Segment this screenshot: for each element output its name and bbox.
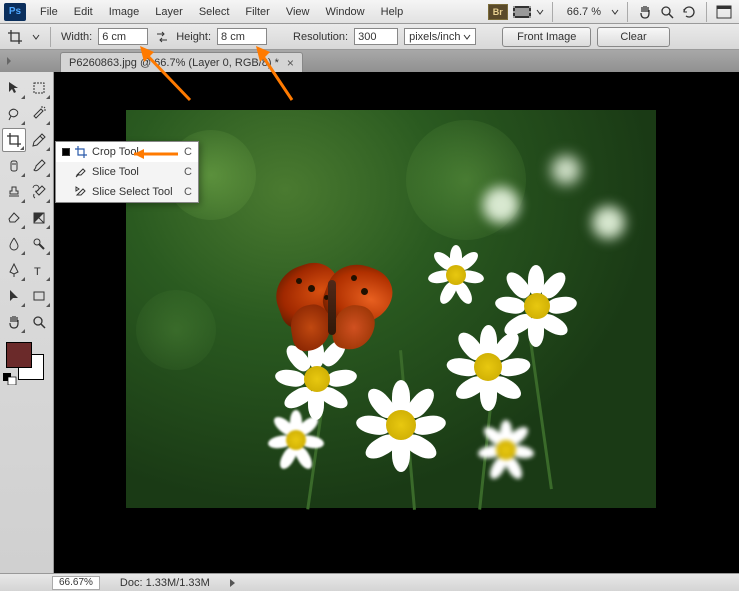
document-tab-title: P6260863.jpg @ 66.7% (Layer 0, RGB/8) * (69, 57, 279, 69)
document-tab[interactable]: P6260863.jpg @ 66.7% (Layer 0, RGB/8) * … (60, 52, 303, 72)
marquee-tool[interactable] (28, 76, 52, 100)
hand-tool[interactable] (2, 310, 26, 334)
crop-tool[interactable] (2, 128, 26, 152)
close-tab-icon[interactable]: × (287, 56, 294, 70)
status-bar: 66.67% Doc: 1.33M/1.33M (0, 573, 739, 591)
menu-layer[interactable]: Layer (147, 2, 191, 22)
menu-filter[interactable]: Filter (237, 2, 277, 22)
chevron-down-icon[interactable] (32, 33, 40, 41)
flyout-shortcut: C (184, 186, 192, 198)
menu-window[interactable]: Window (318, 2, 373, 22)
history-brush-tool[interactable] (28, 180, 52, 204)
slice-select-icon (74, 185, 88, 199)
resolution-unit-value: pixels/inch (409, 31, 460, 43)
document-tab-bar: P6260863.jpg @ 66.7% (Layer 0, RGB/8) * … (0, 50, 739, 72)
menu-edit[interactable]: Edit (66, 2, 101, 22)
slice-icon (74, 165, 88, 179)
height-input[interactable] (217, 28, 267, 45)
menu-image[interactable]: Image (101, 2, 148, 22)
flyout-shortcut: C (184, 166, 192, 178)
crop-icon (74, 145, 88, 159)
eraser-tool[interactable] (2, 206, 26, 230)
rotate-icon[interactable] (680, 3, 698, 21)
menu-view[interactable]: View (278, 2, 318, 22)
stamp-tool[interactable] (2, 180, 26, 204)
flyout-label: Crop Tool (92, 146, 180, 158)
wand-tool[interactable] (28, 102, 52, 126)
front-image-button[interactable]: Front Image (502, 27, 591, 47)
blur-tool[interactable] (2, 232, 26, 256)
lasso-tool[interactable] (2, 102, 26, 126)
foreground-color-swatch[interactable] (6, 342, 32, 368)
crop-tool-flyout: Crop Tool C Slice Tool C Slice Select To… (55, 141, 199, 203)
width-label: Width: (61, 31, 92, 43)
zoom-icon[interactable] (658, 3, 676, 21)
butterfly-illustration (256, 250, 406, 360)
crop-tool-icon[interactable] (6, 28, 24, 46)
flyout-item-crop[interactable]: Crop Tool C (56, 142, 198, 162)
dodge-tool[interactable] (28, 232, 52, 256)
chevron-down-icon[interactable] (611, 8, 619, 16)
document-image[interactable] (126, 110, 656, 508)
brush-tool[interactable] (28, 154, 52, 178)
status-doc-size: Doc: 1.33M/1.33M (120, 577, 210, 589)
color-swatches[interactable] (2, 342, 46, 386)
zoom-level[interactable]: 66.7 % (567, 6, 601, 18)
flyout-label: Slice Select Tool (92, 186, 180, 198)
zoom-tool[interactable] (28, 310, 52, 334)
resolution-unit-select[interactable]: pixels/inch (404, 28, 476, 45)
status-flyout-icon[interactable] (230, 579, 235, 587)
type-tool[interactable]: T (28, 258, 52, 282)
clear-button[interactable]: Clear (597, 27, 669, 47)
flyout-label: Slice Tool (92, 166, 180, 178)
hand-icon[interactable] (636, 3, 654, 21)
eyedropper-tool[interactable] (28, 128, 51, 152)
screen-mode-icon[interactable] (715, 3, 733, 21)
menu-bar: Ps File Edit Image Layer Select Filter V… (0, 0, 739, 24)
tab-handle-icon[interactable] (4, 52, 14, 70)
resolution-label: Resolution: (293, 31, 348, 43)
app-logo: Ps (4, 3, 26, 21)
flyout-shortcut: C (184, 146, 192, 158)
selected-indicator-icon (62, 148, 70, 156)
chevron-down-icon (463, 33, 471, 41)
status-zoom[interactable]: 66.67% (52, 576, 100, 590)
healing-tool[interactable] (2, 154, 26, 178)
chevron-down-icon[interactable] (536, 8, 544, 16)
width-input[interactable] (98, 28, 148, 45)
menu-file[interactable]: File (32, 2, 66, 22)
options-bar: Width: Height: Resolution: pixels/inch F… (0, 24, 739, 50)
resolution-input[interactable] (354, 28, 398, 45)
pen-tool[interactable] (2, 258, 26, 282)
bridge-icon[interactable]: Br (488, 4, 508, 20)
flyout-item-slice[interactable]: Slice Tool C (56, 162, 198, 182)
menu-select[interactable]: Select (191, 2, 238, 22)
flyout-item-slice-select[interactable]: Slice Select Tool C (56, 182, 198, 202)
move-tool[interactable] (2, 76, 26, 100)
shape-tool[interactable] (28, 284, 52, 308)
menu-help[interactable]: Help (373, 2, 412, 22)
swap-dimensions-icon[interactable] (154, 29, 170, 45)
toolbox: T (0, 72, 54, 573)
gradient-tool[interactable] (28, 206, 52, 230)
path-select-tool[interactable] (2, 284, 26, 308)
default-colors-icon[interactable] (2, 372, 18, 386)
svg-text:T: T (34, 266, 41, 278)
filmstrip-icon[interactable] (512, 4, 532, 20)
height-label: Height: (176, 31, 211, 43)
